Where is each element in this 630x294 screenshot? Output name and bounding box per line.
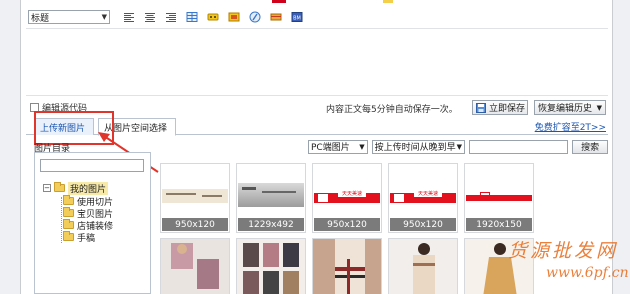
thumbnail-banner-text: 天天美速 — [414, 191, 442, 197]
folder-icon — [63, 219, 74, 229]
save-icon — [476, 102, 486, 113]
image-thumbnail[interactable] — [160, 238, 230, 294]
chevron-down-icon: ▼ — [596, 103, 602, 112]
watermark-title: 货源批发网 — [508, 240, 619, 262]
sort-order-value: 按上传时间从晚到早 — [374, 143, 456, 153]
image-filter-row: PC端图片 ▼ 按上传时间从晚到早 ▼ 搜索 — [308, 139, 608, 154]
folder-icon — [63, 207, 74, 217]
image-thumbnail[interactable]: 1920x150 — [464, 163, 534, 233]
thumbnail-image — [313, 239, 381, 294]
svg-text:BM: BM — [293, 16, 301, 22]
autosave-text: 内容正文每5分钟自动保存一次。 — [326, 105, 458, 115]
search-button[interactable]: 搜索 — [572, 139, 608, 154]
thumbnail-image — [161, 239, 229, 294]
tree-root-label: 我的图片 — [68, 181, 109, 195]
folder-icon — [63, 231, 74, 241]
image-search-input[interactable] — [468, 139, 569, 154]
chevron-down-icon: ▼ — [456, 142, 462, 151]
image-thumbnail[interactable]: 1229x492 — [236, 163, 306, 233]
expand-storage-link[interactable]: 免费扩容至2T>> — [535, 120, 606, 133]
restore-history-button[interactable]: 恢复编辑历史 ▼ — [534, 100, 606, 115]
tree-connector — [61, 197, 62, 243]
thumbnail-size-label: 1920x150 — [466, 218, 532, 231]
table-icon[interactable] — [185, 10, 199, 24]
emoticon-icon[interactable] — [206, 10, 220, 24]
collapse-icon[interactable]: − — [43, 184, 51, 192]
tree-item-drafts[interactable]: 手稿 — [63, 231, 96, 244]
folder-icon — [63, 195, 74, 205]
thumbnail-image: 天天美速 — [314, 165, 380, 219]
image-thumbnail[interactable] — [236, 238, 306, 294]
align-center-icon[interactable] — [143, 10, 157, 24]
tree-item-product-images[interactable]: 宝贝图片 — [63, 207, 113, 220]
thumbnail-size-label: 950x120 — [314, 218, 380, 231]
thumbnail-banner-text: 天天美速 — [338, 191, 366, 197]
thumbnail-image — [237, 239, 305, 294]
tree-item-shop-decor[interactable]: 店铺装修 — [63, 219, 113, 232]
editor-toolbar: 标题 ▼ BM — [28, 8, 608, 26]
chevron-down-icon: ▼ — [101, 13, 107, 21]
flash-icon[interactable] — [248, 10, 262, 24]
rich-text-area[interactable] — [26, 28, 608, 96]
special-icon[interactable] — [269, 10, 283, 24]
format-select[interactable]: 标题 ▼ — [28, 10, 110, 24]
image-thumbnail[interactable]: 950x120 — [160, 163, 230, 233]
tree-item-slices[interactable]: 使用切片 — [63, 195, 113, 208]
watermark-url: www.6pf.cn — [546, 265, 629, 281]
device-filter-value: PC端图片 — [311, 143, 350, 153]
image-thumbnail[interactable]: 天天美速 950x120 — [312, 163, 382, 233]
thumbnail-size-label: 1229x492 — [238, 218, 304, 231]
editor-status-row: 编辑源代码 内容正文每5分钟自动保存一次。 立即保存 恢复编辑历史 ▼ — [30, 100, 608, 115]
chevron-down-icon: ▼ — [359, 142, 365, 151]
image-thumbnail[interactable] — [312, 238, 382, 294]
folder-icon — [54, 182, 65, 192]
thumbnail-size-label: 950x120 — [162, 218, 228, 231]
thumbnail-image — [238, 165, 304, 219]
left-sidebar — [0, 0, 21, 294]
media-icon[interactable] — [227, 10, 241, 24]
thumbnail-image — [162, 165, 228, 219]
directory-search-input[interactable] — [40, 159, 144, 172]
thumbnail-size-label: 950x120 — [390, 218, 456, 231]
save-now-label: 立即保存 — [489, 104, 526, 114]
tree-item-root[interactable]: − 我的图片 — [43, 181, 109, 195]
font-color-indicator — [272, 0, 286, 3]
save-now-button[interactable]: 立即保存 — [472, 100, 528, 115]
thumbnail-image: 天天美速 — [390, 165, 456, 219]
image-thumbnail[interactable] — [388, 238, 458, 294]
thumbnail-image — [466, 165, 532, 219]
watermark: 货源批发网 www.6pf.cn — [502, 232, 630, 292]
image-directory-tree: − 我的图片 使用切片 宝贝图片 店铺装修 手稿 — [34, 152, 151, 294]
tree-item-label: 手稿 — [77, 233, 96, 244]
align-right-icon[interactable] — [164, 10, 178, 24]
image-thumbnail[interactable]: 天天美速 950x120 — [388, 163, 458, 233]
device-filter-select[interactable]: PC端图片 ▼ — [308, 139, 368, 154]
sort-order-select[interactable]: 按上传时间从晚到早 ▼ — [371, 139, 465, 154]
format-select-value: 标题 — [31, 13, 50, 24]
highlight-color-indicator — [383, 0, 393, 3]
align-left-icon[interactable] — [122, 10, 136, 24]
restore-history-label: 恢复编辑历史 — [538, 104, 593, 114]
html-icon[interactable]: BM — [290, 10, 304, 24]
search-button-label: 搜索 — [581, 143, 600, 153]
thumbnail-image — [389, 239, 457, 294]
